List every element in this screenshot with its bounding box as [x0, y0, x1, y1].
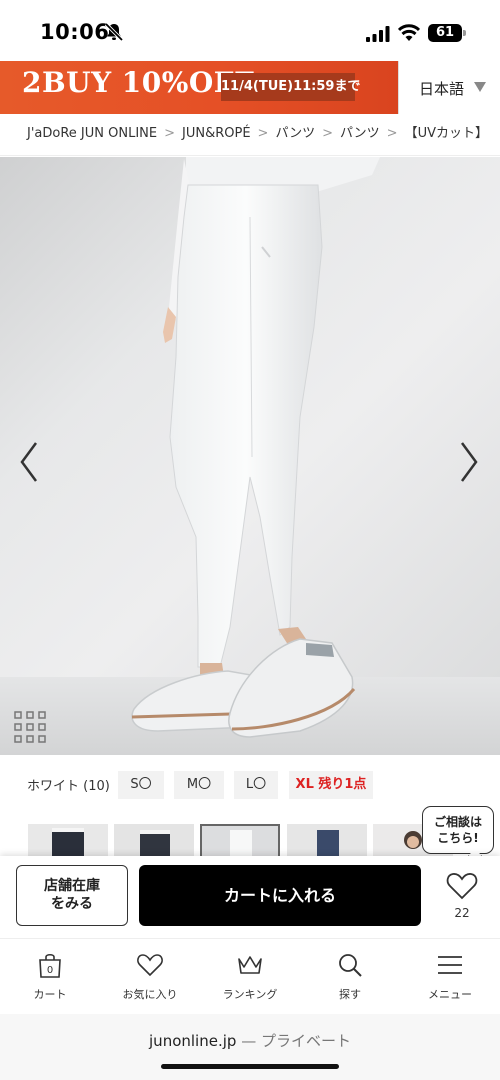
store-stock-button[interactable]: 店舗在庫 をみる — [16, 865, 128, 926]
bell-off-icon — [104, 22, 124, 42]
bottom-tab-bar: 0 カート お気に入り ランキング 探す メニュー — [0, 938, 500, 1014]
product-photo — [0, 157, 500, 755]
url-private-label: — プライベート — [241, 1032, 351, 1050]
thumbnail[interactable] — [28, 824, 108, 856]
thumbnail-image — [114, 824, 194, 856]
crown-icon — [238, 956, 262, 974]
tab-cart[interactable]: 0 カート — [0, 939, 100, 1015]
breadcrumb-item[interactable]: パンツ — [275, 126, 315, 141]
store-stock-label-line1: 店舗在庫 — [44, 878, 100, 894]
tab-label: 探す — [339, 988, 361, 1001]
size-option-m[interactable]: M〇 — [174, 771, 224, 799]
product-image-carousel[interactable] — [0, 157, 500, 755]
tab-label: カート — [33, 988, 67, 1001]
tab-favorites[interactable]: お気に入り — [100, 939, 200, 1015]
breadcrumb-separator: > — [164, 126, 176, 141]
tab-label: ランキング — [222, 988, 278, 1001]
store-stock-label-line2: をみる — [51, 896, 93, 912]
size-option-xl[interactable]: XL 残り1点 — [289, 771, 373, 799]
wifi-icon — [398, 24, 420, 41]
tab-label: お気に入り — [122, 988, 178, 1001]
cellular-signal-icon — [366, 26, 390, 42]
size-option-l[interactable]: L〇 — [234, 771, 278, 799]
carousel-next-arrow-icon[interactable] — [454, 437, 484, 487]
tab-label: メニュー — [428, 988, 472, 1001]
grid-view-icon[interactable] — [14, 711, 46, 743]
battery-indicator: 61 — [428, 24, 462, 42]
breadcrumb-item-current[interactable]: 【UVカット】 — [405, 126, 488, 141]
status-time: 10:06 — [40, 20, 110, 44]
search-icon — [339, 954, 362, 977]
breadcrumb-separator: > — [257, 126, 269, 141]
url-text: junonline.jp — プライベート — [0, 1030, 500, 1051]
status-bar: 10:06 61 — [0, 0, 500, 62]
size-option-s[interactable]: S〇 — [118, 771, 164, 799]
promo-banner[interactable]: 2BUY 10%OFF 11/4(TUE)11:59まで — [0, 61, 398, 114]
thumbnail-image — [287, 824, 367, 856]
caret-down-icon — [474, 82, 486, 92]
thumbnail[interactable] — [114, 824, 194, 856]
breadcrumb-item[interactable]: JUN&ROPÉ — [182, 126, 251, 141]
cart-badge: 0 — [47, 965, 53, 976]
language-label: 日本語 — [419, 80, 465, 98]
thumbnail-image — [202, 826, 278, 856]
product-page: 10:06 61 2BUY 10%OFF 11/4(TUE)11:59まで 日本… — [0, 0, 500, 1080]
home-indicator — [161, 1064, 339, 1069]
breadcrumb-separator: > — [322, 126, 334, 141]
shopping-bag-icon: 0 — [39, 953, 61, 978]
banner-headline: 2BUY 10%OFF — [22, 66, 255, 99]
banner-deadline: 11/4(TUE)11:59まで — [221, 73, 360, 101]
thumbnail-image — [28, 824, 108, 856]
breadcrumb-separator: > — [386, 126, 398, 141]
breadcrumb-item[interactable]: J'aDoRe JUN ONLINE — [27, 126, 157, 141]
breadcrumb-item[interactable]: パンツ — [340, 126, 380, 141]
color-label[interactable]: ホワイト (10) — [27, 775, 110, 794]
add-to-cart-button[interactable]: カートに入れる — [139, 865, 421, 926]
tab-search[interactable]: 探す — [300, 939, 400, 1015]
browser-url-bar[interactable]: junonline.jp — プライベート — [0, 1014, 500, 1080]
favorite-count: 22 — [454, 906, 470, 920]
tab-ranking[interactable]: ランキング — [200, 939, 300, 1015]
chat-consult-button[interactable]: ご相談は こちら! — [422, 806, 494, 854]
battery-tip — [463, 30, 466, 36]
heart-icon — [137, 954, 163, 977]
breadcrumb: J'aDoRe JUN ONLINE > JUN&ROPÉ > パンツ > パンツ > 【UVカ… — [0, 114, 500, 156]
heart-icon[interactable] — [446, 872, 478, 900]
thumbnail[interactable] — [287, 824, 367, 856]
chat-label-line1: ご相談は — [433, 815, 482, 829]
chat-label-line2: こちら! — [437, 831, 479, 845]
tab-menu[interactable]: メニュー — [400, 939, 500, 1015]
menu-icon — [438, 956, 462, 974]
variant-selector: ホワイト (10) S〇 M〇 L〇 XL 残り1点 — [0, 765, 500, 805]
thumbnail-active[interactable] — [200, 824, 280, 856]
url-domain: junonline.jp — [149, 1032, 237, 1050]
cart-action-bar: 店舗在庫 をみる カートに入れる 22 — [0, 856, 500, 938]
carousel-prev-arrow-icon[interactable] — [14, 437, 44, 487]
